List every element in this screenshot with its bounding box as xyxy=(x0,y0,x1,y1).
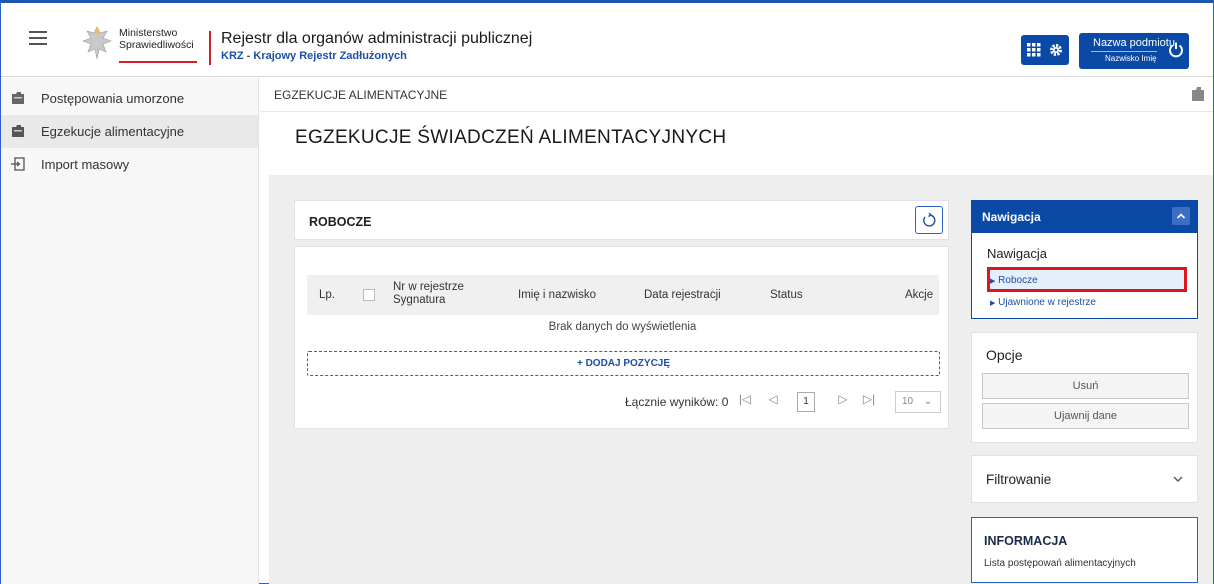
import-icon xyxy=(11,157,25,171)
refresh-button[interactable] xyxy=(915,206,943,234)
col-status[interactable]: Status xyxy=(770,289,803,301)
app-window: Ministerstwo Sprawiedliwości Rejestr dla… xyxy=(0,0,1214,584)
nav-link-ujawnione[interactable]: ▶ Ujawnione w rejestrze xyxy=(990,297,1096,308)
apps-settings-button[interactable] xyxy=(1021,35,1069,65)
top-header: Ministerstwo Sprawiedliwości Rejestr dla… xyxy=(1,3,1213,77)
filter-panel[interactable]: Filtrowanie xyxy=(971,455,1198,503)
gear-icon[interactable] xyxy=(1049,43,1063,57)
page-title: EGZEKUCJE ŚWIADCZEŃ ALIMENTACYJNYCH xyxy=(295,127,727,148)
chevron-up-icon xyxy=(1176,213,1186,219)
col-data-rejestracji[interactable]: Data rejestracji xyxy=(644,289,721,301)
current-page[interactable]: 1 xyxy=(797,392,815,412)
disclose-data-button[interactable]: Ujawnij dane xyxy=(982,403,1189,429)
chevron-down-icon xyxy=(1173,476,1183,482)
chevron-down-icon: ⌄ xyxy=(923,396,933,407)
caret-right-icon: ▶ xyxy=(990,278,996,285)
sidebar-item-import-masowy[interactable]: Import masowy xyxy=(1,148,258,181)
next-page-icon[interactable]: ▷ xyxy=(835,392,851,410)
col-sygnatura[interactable]: Sygnatura xyxy=(393,294,445,306)
collapse-button[interactable] xyxy=(1172,207,1190,225)
info-panel: INFORMACJA Lista postępowań alimentacyjn… xyxy=(971,517,1198,583)
eagle-emblem-icon xyxy=(82,26,112,60)
options-panel: Opcje Usuń Ujawnij dane xyxy=(971,332,1198,443)
breadcrumb-item[interactable]: EGZEKUCJE ALIMENTACYJNE xyxy=(274,88,447,102)
folder-icon xyxy=(12,125,24,137)
sidebar-item-label: Import masowy xyxy=(41,157,130,172)
logo-text: Ministerstwo Sprawiedliwości xyxy=(119,27,194,51)
page-size-value: 10 xyxy=(902,396,914,407)
sidebar-item-postepowania-umorzone[interactable]: Postępowania umorzone xyxy=(1,82,258,115)
sidebar-item-label: Egzekucje alimentacyjne xyxy=(41,124,185,139)
col-akcje: Akcje xyxy=(905,289,934,301)
options-title: Opcje xyxy=(986,347,1023,363)
total-results: Łącznie wyników: 0 xyxy=(625,395,729,409)
col-nr-w-rejestrze[interactable]: Nr w rejestrze xyxy=(393,281,464,293)
add-item-button[interactable]: + DODAJ POZYCJĘ xyxy=(307,351,940,376)
first-page-icon[interactable]: |◁ xyxy=(737,392,753,410)
page-size-select[interactable]: 10 ⌄ xyxy=(895,391,941,413)
refresh-icon xyxy=(923,212,936,227)
select-all-checkbox[interactable] xyxy=(363,289,375,301)
prev-page-icon[interactable]: ◁ xyxy=(765,392,781,410)
panel-body: Lp. Nr w rejestrze Sygnatura Imię i nazw… xyxy=(294,246,949,429)
nav-link-label: Ujawnione w rejestrze xyxy=(998,297,1096,308)
navigation-header: Nawigacja xyxy=(972,201,1197,233)
logo-underline xyxy=(119,61,197,63)
sidebar: Postępowania umorzone Egzekucje alimenta… xyxy=(1,78,259,584)
navigation-title: Nawigacja xyxy=(982,210,1041,224)
app-title: Rejestr dla organów administracji public… xyxy=(221,30,533,47)
empty-table-message: Brak danych do wyświetlenia xyxy=(548,321,697,333)
grid-icon[interactable] xyxy=(1027,43,1041,57)
last-page-icon[interactable]: ▷| xyxy=(861,392,877,410)
info-title: INFORMACJA xyxy=(984,534,1068,548)
panel-title: ROBOCZE xyxy=(309,215,372,229)
ministry-logo: Ministerstwo Sprawiedliwości xyxy=(81,25,199,69)
filter-title: Filtrowanie xyxy=(986,472,1052,487)
sidebar-item-egzekucje-alimentacyjne[interactable]: Egzekucje alimentacyjne xyxy=(1,115,258,148)
nav-link-robocze[interactable]: ▶ Robocze xyxy=(990,275,1038,286)
folder-icon[interactable] xyxy=(1191,86,1205,102)
power-icon[interactable] xyxy=(1167,41,1185,59)
navigation-subtitle: Nawigacja xyxy=(987,246,1047,261)
sidebar-item-label: Postępowania umorzone xyxy=(41,91,185,106)
breadcrumb: EGZEKUCJE ALIMENTACYJNE xyxy=(260,78,1213,112)
col-imie-nazwisko[interactable]: Imię i nazwisko xyxy=(518,289,596,301)
user-account-button[interactable]: Nazwa podmiotu Nazwisko Imię xyxy=(1079,33,1189,69)
folder-icon xyxy=(12,92,24,104)
logo-line2: Sprawiedliwości xyxy=(119,39,194,51)
nav-link-label: Robocze xyxy=(998,275,1038,286)
user-name: Nazwa podmiotu xyxy=(1093,37,1175,49)
navigation-panel: Nawigacja Nawigacja ▶ Robocze ▶ Ujawnion… xyxy=(971,200,1198,319)
col-lp[interactable]: Lp. xyxy=(319,289,335,301)
panel-header: ROBOCZE xyxy=(294,200,949,240)
title-divider xyxy=(209,31,211,65)
logo-line1: Ministerstwo xyxy=(119,27,178,39)
caret-right-icon: ▶ xyxy=(990,300,996,307)
app-subtitle: KRZ - Krajowy Rejestr Zadłużonych xyxy=(221,50,407,62)
delete-button[interactable]: Usuń xyxy=(982,373,1189,399)
menu-icon[interactable] xyxy=(29,31,47,45)
user-subname: Nazwisko Imię xyxy=(1105,54,1157,63)
table-header: Lp. Nr w rejestrze Sygnatura Imię i nazw… xyxy=(307,275,939,315)
info-text: Lista postępowań alimentacyjnych xyxy=(984,558,1136,569)
user-underline xyxy=(1091,51,1157,52)
